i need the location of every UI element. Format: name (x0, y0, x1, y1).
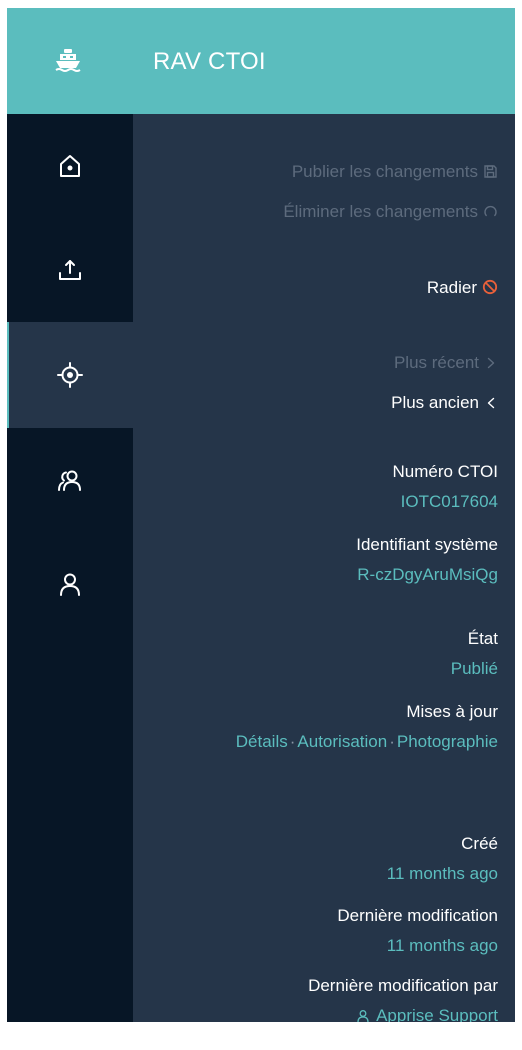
delist-button[interactable]: Radier (427, 277, 498, 299)
created-label: Créé (461, 834, 498, 853)
publish-changes-button[interactable]: Publier les changements (292, 161, 498, 183)
updates-label: Mises à jour (406, 702, 498, 721)
delist-label: Radier (426, 278, 477, 297)
updates-links: Détails · Autorisation · Photographie (236, 731, 498, 753)
discard-changes-button[interactable]: Éliminer les changements (283, 201, 498, 223)
newer-label: Plus récent (393, 353, 479, 372)
users-icon (58, 470, 81, 491)
modified-by-value: Apprise Support (376, 1006, 498, 1022)
sidebar-item-upload[interactable] (7, 218, 133, 322)
sidebar-item-users[interactable] (7, 428, 133, 532)
modified-by-link[interactable]: Apprise Support (356, 1005, 498, 1022)
older-label: Plus ancien (391, 393, 479, 412)
app-window: RAV CTOI Publier les changements Élimine… (7, 8, 515, 1022)
user-icon (357, 1010, 369, 1022)
state-value: Publié (450, 659, 498, 678)
ship-icon[interactable] (53, 45, 83, 75)
publish-label: Publier les changements (291, 162, 478, 181)
active-indicator (7, 322, 9, 428)
save-icon (484, 165, 497, 178)
modified-label: Dernière modification (337, 906, 498, 925)
record-panel: Publier les changements Éliminer les cha… (133, 114, 515, 1022)
separator-dot: · (289, 732, 296, 751)
home-icon (60, 155, 80, 177)
sidebar-item-home[interactable] (7, 114, 133, 218)
system-id-value: R-czDgyAruMsiQg (357, 565, 498, 584)
update-link-authorization[interactable]: Autorisation (297, 732, 387, 751)
ctoi-number-value: IOTC017604 (400, 492, 498, 511)
discard-label: Éliminer les changements (283, 202, 478, 221)
sidebar-item-locate[interactable] (7, 322, 133, 428)
system-id-label: Identifiant système (356, 535, 498, 554)
update-link-photography[interactable]: Photographie (397, 732, 498, 751)
state-label: État (467, 629, 498, 648)
modified-by-label: Dernière modification par (308, 976, 498, 995)
chevron-left-icon (487, 397, 495, 409)
sidebar-nav (7, 114, 133, 1022)
target-icon (57, 362, 83, 388)
ban-icon (482, 279, 498, 295)
older-version-button[interactable]: Plus ancien (391, 392, 498, 414)
user-icon (60, 573, 80, 596)
ctoi-number-label: Numéro CTOI (392, 462, 499, 481)
chevron-right-icon (487, 357, 495, 369)
newer-version-button[interactable]: Plus récent (394, 352, 498, 374)
app-title: RAV CTOI (153, 48, 266, 75)
upload-icon (59, 260, 81, 280)
update-link-details[interactable]: Détails (236, 732, 288, 751)
sidebar-item-user[interactable] (7, 532, 133, 636)
header-bar: RAV CTOI (7, 8, 515, 114)
created-value: 11 months ago (386, 864, 498, 883)
separator-dot: · (389, 732, 395, 751)
modified-value: 11 months ago (386, 936, 498, 955)
undo-icon (484, 205, 497, 217)
